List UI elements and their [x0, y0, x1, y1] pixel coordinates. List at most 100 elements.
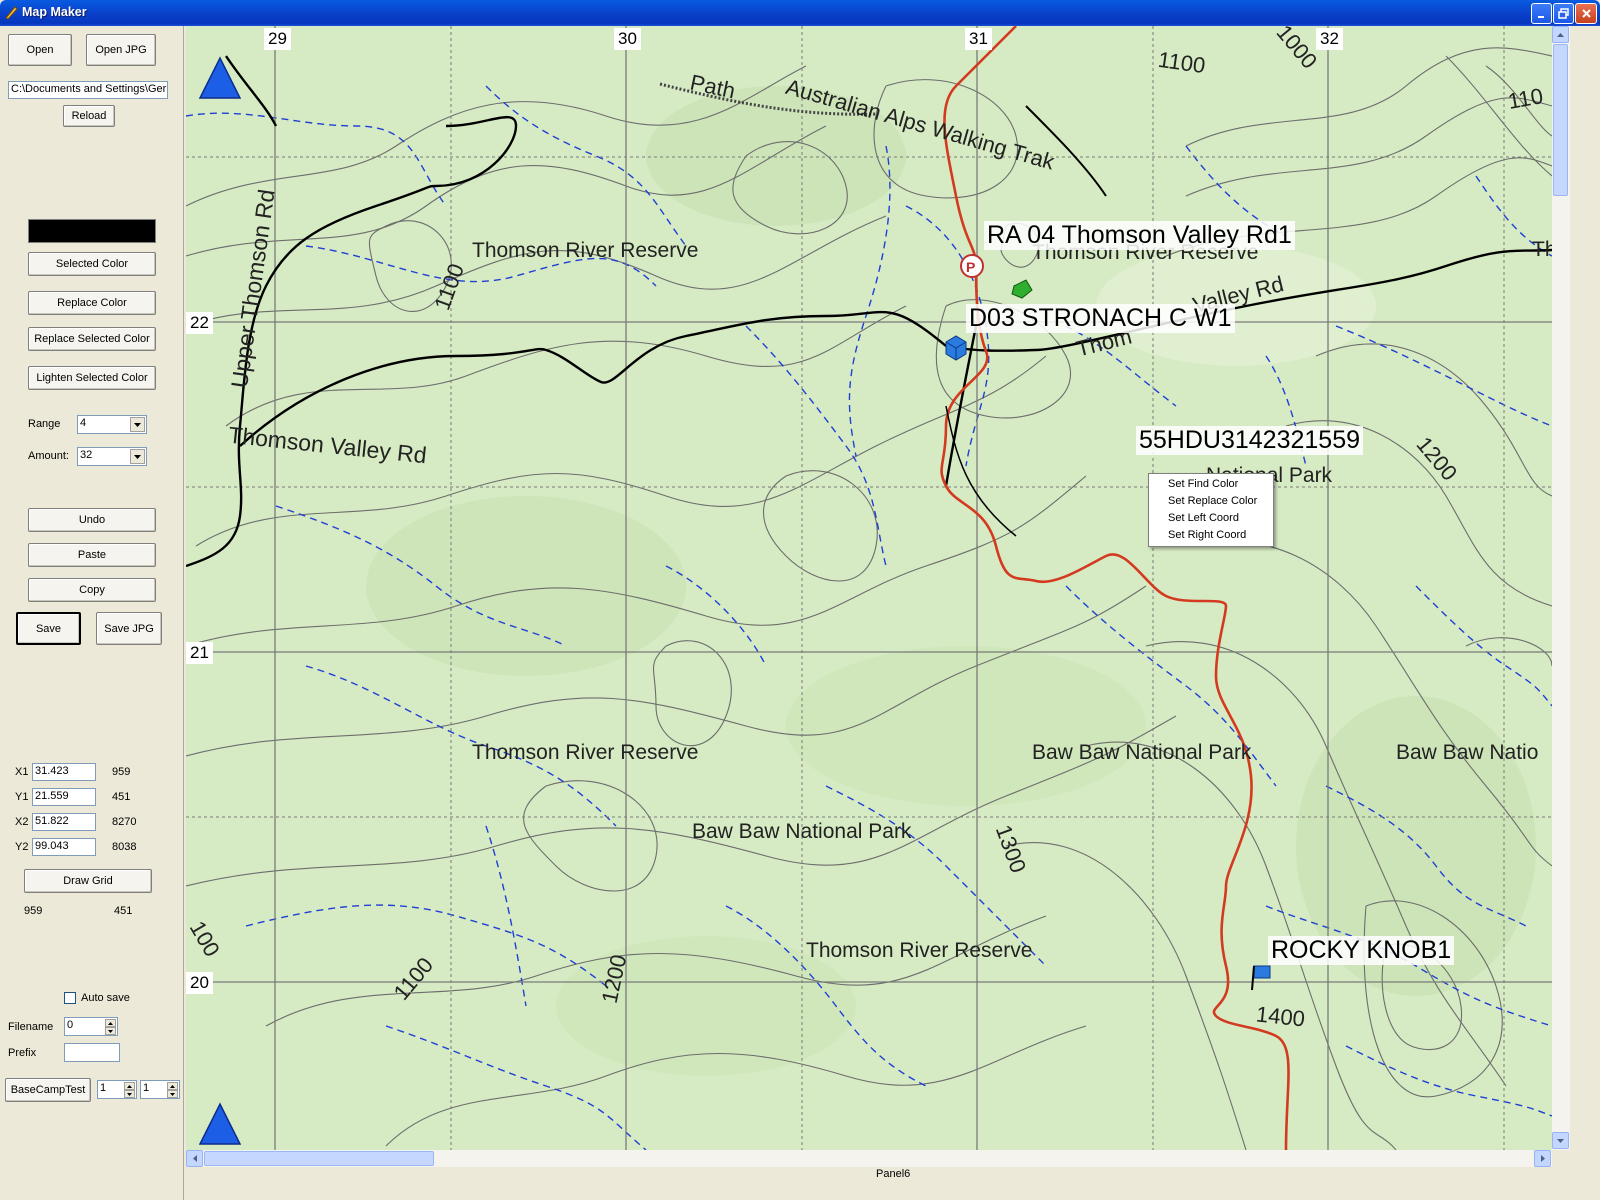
file-path-field[interactable]: C:\Documents and Settings\Ger	[8, 81, 168, 99]
y1-pixel: 451	[112, 791, 131, 803]
chevron-down-icon[interactable]	[167, 1090, 178, 1098]
title-bar: Map Maker	[0, 0, 1600, 26]
waypoint-label: ROCKY KNOB1	[1268, 936, 1455, 965]
save-button[interactable]: Save	[16, 612, 81, 645]
map-area-label: Thomson River Reserve	[472, 741, 699, 764]
open-jpg-button[interactable]: Open JPG	[86, 34, 156, 66]
spin-buttons[interactable]	[167, 1082, 178, 1098]
open-button[interactable]: Open	[8, 34, 72, 66]
filename-label: Filename	[8, 1021, 54, 1033]
grid-number-x: 31	[965, 28, 992, 50]
draw-grid-button[interactable]: Draw Grid	[24, 869, 152, 893]
grid-number-x: 30	[614, 28, 641, 50]
grid-number-x: 32	[1316, 28, 1343, 50]
y2-label: Y2	[15, 841, 29, 853]
contour-label: 1400	[1254, 1001, 1307, 1032]
menu-item-set-right-coord[interactable]: Set Right Coord	[1149, 527, 1273, 544]
spin-buttons[interactable]	[105, 1019, 116, 1035]
basecamp-stepper-2[interactable]: 1	[140, 1080, 180, 1099]
basecamp-stepper-1[interactable]: 1	[97, 1080, 137, 1099]
amount-select[interactable]: 32	[77, 447, 147, 466]
topo-map: P	[186, 26, 1552, 1150]
horizontal-scrollbar[interactable]	[186, 1150, 1552, 1167]
cursor-y-readout: 451	[114, 905, 133, 917]
copy-button[interactable]: Copy	[28, 578, 156, 602]
chevron-up-icon[interactable]	[124, 1082, 135, 1090]
x1-label: X1	[15, 766, 29, 778]
map-area-label: Thomson River Reserve	[472, 239, 699, 262]
scroll-up-icon[interactable]	[1552, 26, 1569, 43]
scroll-left-icon[interactable]	[186, 1150, 203, 1167]
amount-label: Amount:	[28, 450, 69, 462]
spin-buttons[interactable]	[124, 1082, 135, 1098]
reload-button[interactable]: Reload	[63, 105, 115, 127]
save-jpg-button[interactable]: Save JPG	[96, 612, 162, 645]
x2-pixel: 8270	[112, 816, 137, 828]
selected-color-swatch[interactable]	[28, 219, 156, 243]
chevron-up-icon[interactable]	[167, 1082, 178, 1090]
map-canvas[interactable]: P 29 30 31 32 22 21 20 Thomson River Res…	[186, 26, 1552, 1150]
map-area-label: Baw Baw Natio	[1396, 741, 1539, 764]
scroll-right-icon[interactable]	[1534, 1150, 1551, 1167]
map-area-label: Baw Baw National Park	[692, 820, 912, 843]
chevron-down-icon[interactable]	[124, 1090, 135, 1098]
prefix-label: Prefix	[8, 1047, 37, 1059]
range-value: 4	[80, 417, 87, 429]
menu-item-set-find-color[interactable]: Set Find Color	[1149, 476, 1273, 493]
svg-text:P: P	[966, 259, 975, 275]
horizontal-scroll-thumb[interactable]	[204, 1151, 434, 1166]
basecamp-test-button[interactable]: BaseCampTest	[5, 1078, 91, 1102]
replace-color-button[interactable]: Replace Color	[28, 291, 156, 315]
chevron-down-icon[interactable]	[130, 449, 145, 464]
grid-number-y: 20	[186, 972, 213, 994]
paste-button[interactable]: Paste	[28, 543, 156, 567]
grid-number-y: 22	[186, 312, 213, 334]
chevron-up-icon[interactable]	[105, 1019, 116, 1027]
x2-label: X2	[15, 816, 29, 828]
y1-label: Y1	[15, 791, 29, 803]
chevron-down-icon[interactable]	[130, 417, 145, 432]
range-label: Range	[28, 418, 61, 430]
x2-field[interactable]: 51.822	[32, 813, 96, 831]
selected-color-button[interactable]: Selected Color	[28, 252, 156, 276]
close-icon[interactable]	[1575, 3, 1597, 24]
basecamp-stepper-2-value: 1	[143, 1082, 150, 1094]
restore-icon[interactable]	[1553, 3, 1574, 24]
vertical-scroll-thumb[interactable]	[1553, 44, 1568, 196]
lighten-selected-color-button[interactable]: Lighten Selected Color	[28, 366, 156, 390]
y2-pixel: 8038	[112, 841, 137, 853]
waypoint-label: D03 STRONACH C W1	[966, 304, 1235, 333]
control-panel: Open Open JPG C:\Documents and Settings\…	[0, 26, 184, 1200]
y2-field[interactable]: 99.043	[32, 838, 96, 856]
minimize-icon[interactable]	[1531, 3, 1552, 24]
vertical-scrollbar[interactable]	[1552, 26, 1570, 1150]
map-area-label: Baw Baw National Park	[1032, 741, 1252, 764]
parking-marker-icon[interactable]: P	[960, 254, 984, 278]
undo-button[interactable]: Undo	[28, 508, 156, 532]
map-area-label: Thomson River Reserve	[806, 939, 1033, 962]
y1-field[interactable]: 21.559	[32, 788, 96, 806]
app-icon	[5, 6, 18, 20]
chevron-down-icon[interactable]	[105, 1027, 116, 1035]
context-menu: Set Find Color Set Replace Color Set Lef…	[1148, 473, 1274, 547]
cursor-x-readout: 959	[24, 905, 43, 917]
amount-value: 32	[80, 449, 93, 461]
window-title: Map Maker	[22, 5, 87, 19]
autosave-checkbox[interactable]	[64, 992, 76, 1004]
range-select[interactable]: 4	[77, 415, 147, 434]
waypoint-label: RA 04 Thomson Valley Rd1	[984, 221, 1295, 250]
menu-item-set-left-coord[interactable]: Set Left Coord	[1149, 510, 1273, 527]
replace-selected-color-button[interactable]: Replace Selected Color	[28, 327, 156, 351]
basecamp-stepper-1-value: 1	[100, 1082, 107, 1094]
filename-stepper[interactable]: 0	[64, 1017, 118, 1036]
menu-item-set-replace-color[interactable]: Set Replace Color	[1149, 493, 1273, 510]
autosave-label: Auto save	[81, 992, 130, 1004]
prefix-field[interactable]	[64, 1043, 120, 1062]
waypoint-label: 55HDU3142321559	[1136, 426, 1364, 455]
x1-pixel: 959	[112, 766, 131, 778]
x1-field[interactable]: 31.423	[32, 763, 96, 781]
status-bar: Panel6	[186, 1167, 1600, 1200]
grid-number-y: 21	[186, 642, 213, 664]
filename-value: 0	[67, 1019, 74, 1031]
scroll-down-icon[interactable]	[1552, 1132, 1569, 1149]
